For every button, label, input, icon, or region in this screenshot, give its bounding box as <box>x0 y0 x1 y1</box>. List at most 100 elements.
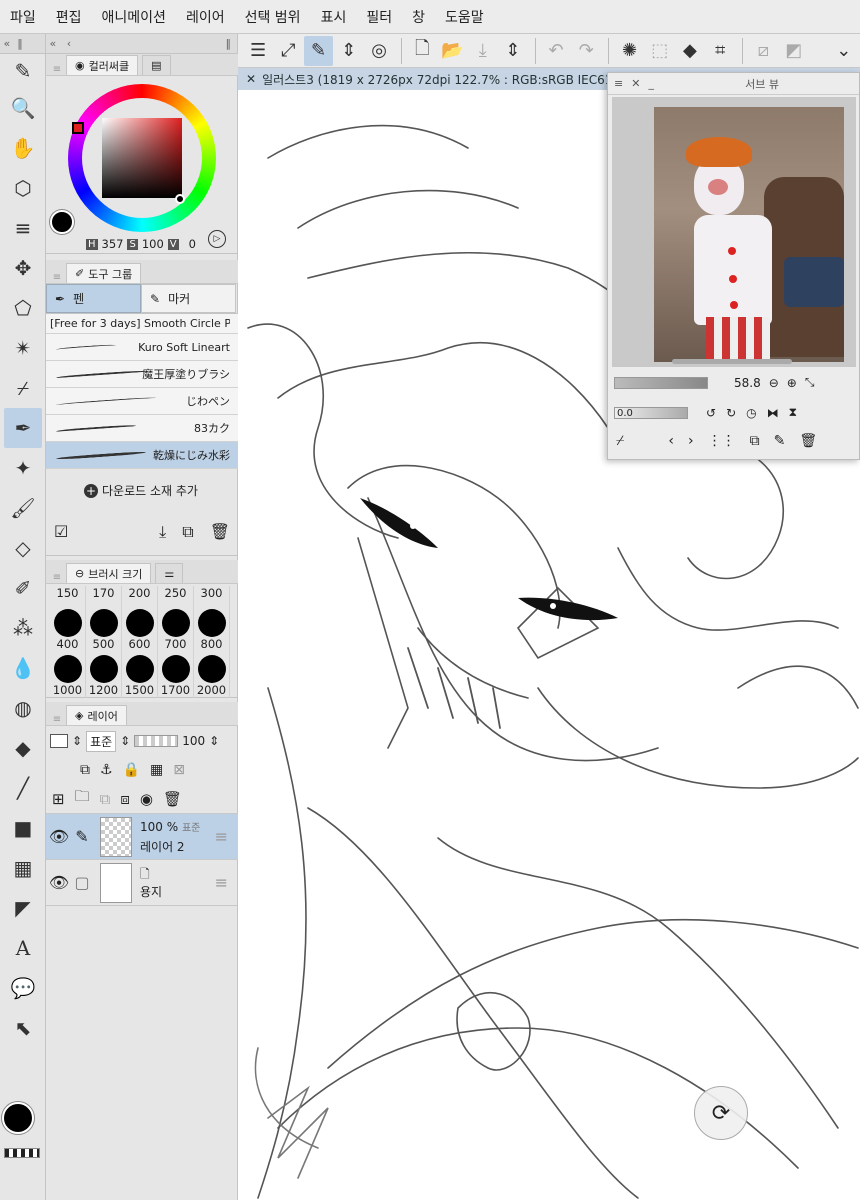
flip-vertical-icon[interactable]: ⧗ <box>789 405 797 420</box>
menu-file[interactable]: 파일 <box>10 7 36 27</box>
menu-animation[interactable]: 애니메이션 <box>102 7 166 27</box>
reference-icon[interactable]: ⚓ <box>100 762 113 778</box>
correct-line-icon[interactable]: ⬉ <box>0 1008 46 1048</box>
copy-icon[interactable]: ⧉ <box>182 522 193 542</box>
undo-icon[interactable]: ↶ <box>542 36 570 66</box>
new-file-icon[interactable]: 🗋 <box>408 36 436 66</box>
minimize-icon[interactable]: _ <box>648 77 654 90</box>
chevron-updown-icon[interactable]: ⇕ <box>209 734 219 748</box>
rotate-right-icon[interactable]: ↻ <box>726 406 736 420</box>
globe-icon[interactable]: ◍ <box>0 688 46 728</box>
merge-icon[interactable]: ⧈ <box>120 790 130 808</box>
download-icon[interactable]: ⤓ <box>159 522 166 542</box>
brush-item[interactable]: じわペン <box>46 388 238 415</box>
frame-icon[interactable]: ▦ <box>0 848 46 888</box>
zoom-out-icon[interactable]: ⊖ <box>769 376 779 390</box>
zoom-in-icon[interactable]: ⊕ <box>787 376 797 390</box>
new-folder-icon[interactable]: 🗀 <box>75 786 90 811</box>
fill-bucket-icon[interactable]: ◆ <box>0 728 46 768</box>
3d-object-icon[interactable]: ⬡ <box>0 168 46 208</box>
play-icon[interactable]: ▷ <box>208 230 226 248</box>
trash-icon[interactable]: 🗑 <box>210 522 230 542</box>
close-tab-icon[interactable]: ✕ <box>246 72 256 86</box>
transform-icon[interactable]: ⌗ <box>706 36 734 66</box>
tab-brush-settings[interactable]: ⚌ <box>155 563 184 583</box>
brush-item[interactable]: [Free for 3 days] Smooth Circle P <box>46 314 238 334</box>
rotate-left-icon[interactable]: ↺ <box>706 406 716 420</box>
size-cell[interactable]: 700 <box>158 606 194 652</box>
brush-item[interactable]: 83カク <box>46 415 238 442</box>
layer-checkbox[interactable]: ▢ <box>72 873 92 892</box>
sv-marker[interactable] <box>175 194 185 204</box>
layer-select-icon[interactable]: ≡ <box>0 208 46 248</box>
pen-edit-icon[interactable]: ✎ <box>304 35 333 66</box>
settings-check-icon[interactable]: ☑ <box>54 522 68 542</box>
resize-icon[interactable]: ⤢ <box>274 36 302 66</box>
lasso-icon[interactable]: ⬠ <box>0 288 46 328</box>
mask-add-icon[interactable]: ◉ <box>140 790 153 808</box>
current-color-swatch[interactable] <box>50 210 74 234</box>
layer-color-box[interactable] <box>50 734 68 748</box>
select-icon[interactable]: ⬚ <box>646 36 674 66</box>
reset-rotation-icon[interactable]: ◷ <box>746 406 756 420</box>
tab-layer[interactable]: ◈ 레이어 <box>66 705 127 725</box>
airbrush-icon[interactable]: ⁂ <box>0 608 46 648</box>
size-cell[interactable]: 2000 <box>194 652 230 698</box>
magic-wand-icon[interactable]: ✴ <box>0 328 46 368</box>
chevron-updown-icon-2[interactable]: ⇕ <box>499 36 527 66</box>
main-color-swatch[interactable] <box>2 1102 34 1134</box>
lock-transparency-icon[interactable]: ▦ <box>150 762 163 778</box>
chevron-updown-icon[interactable]: ⇕ <box>120 734 130 748</box>
sub-view-image-area[interactable] <box>612 97 856 367</box>
eyedropper-icon[interactable]: ⌿ <box>0 368 46 408</box>
spiral-icon[interactable]: ◎ <box>365 36 393 66</box>
transparent-color-icon[interactable] <box>4 1148 40 1158</box>
tab-tool-group[interactable]: ✐ 도구 그룹 <box>66 263 142 283</box>
delete-icon[interactable]: 🗑 <box>799 433 817 449</box>
chevron-updown-icon[interactable]: ⇕ <box>72 734 82 748</box>
loading-icon[interactable]: ✺ <box>615 36 643 66</box>
size-cell[interactable]: 500 <box>86 606 122 652</box>
next-icon[interactable]: › <box>688 433 694 449</box>
gradient-icon[interactable]: ■ <box>0 808 46 848</box>
tab-pen[interactable]: ✒ 펜 <box>46 284 141 313</box>
size-cell[interactable]: 1500 <box>122 652 158 698</box>
size-cell[interactable]: 1000 <box>50 652 86 698</box>
lock-icon[interactable]: 🔒 <box>123 762 140 778</box>
zoom-icon[interactable]: 🔍 <box>0 88 46 128</box>
brush-icon[interactable]: 🖌 <box>0 488 46 528</box>
hand-icon[interactable]: ✋ <box>0 128 46 168</box>
menu-selection[interactable]: 선택 범위 <box>245 7 301 27</box>
grid-view-icon[interactable]: ⋮⋮ <box>708 433 736 449</box>
menu-icon[interactable]: ☰ <box>244 36 272 66</box>
new-layer-icon[interactable]: ⊞ <box>52 790 65 808</box>
prev-icon[interactable]: ‹ <box>668 433 674 449</box>
tab-color-slider[interactable]: ▤ <box>142 55 171 75</box>
move-icon[interactable]: ✥ <box>0 248 46 288</box>
brush-item[interactable]: 魔王厚塗りブラシ <box>46 361 238 388</box>
opacity-slider[interactable] <box>134 735 179 747</box>
fit-icon[interactable]: ⤡ <box>805 375 815 390</box>
sparkle-icon[interactable]: ✦ <box>0 448 46 488</box>
menu-layer[interactable]: 레이어 <box>186 7 225 27</box>
size-cell[interactable]: 600 <box>122 606 158 652</box>
size-cell[interactable]: 1700 <box>158 652 194 698</box>
open-folder-icon[interactable]: 📂 <box>438 36 466 66</box>
size-cell[interactable]: 1200 <box>86 652 122 698</box>
close-icon[interactable]: ✕ <box>631 77 640 90</box>
chevron-updown-icon[interactable]: ⇕ <box>335 36 363 66</box>
delete-layer-icon[interactable]: 🗑 <box>163 790 182 808</box>
eye-icon[interactable]: 👁 <box>46 827 72 846</box>
drag-handle-icon[interactable]: ≡ <box>215 827 228 846</box>
mask-icon[interactable]: ⊠ <box>173 762 185 778</box>
tab-brush-size[interactable]: ⊖ 브러시 크기 <box>66 563 152 583</box>
save-icon[interactable]: ⤓ <box>469 36 497 66</box>
pen-icon[interactable]: ✒ <box>4 408 42 448</box>
size-cell[interactable]: 800 <box>194 606 230 652</box>
saturation-value-square[interactable] <box>102 118 182 198</box>
menu-filter[interactable]: 필터 <box>366 7 392 27</box>
rotate-canvas-button[interactable]: ⟳ <box>694 1086 748 1140</box>
tab-marker[interactable]: ✎ 마커 <box>141 284 236 313</box>
eyedropper-icon[interactable]: ⌿ <box>616 433 624 449</box>
eraser-icon[interactable]: ◇ <box>0 528 46 568</box>
